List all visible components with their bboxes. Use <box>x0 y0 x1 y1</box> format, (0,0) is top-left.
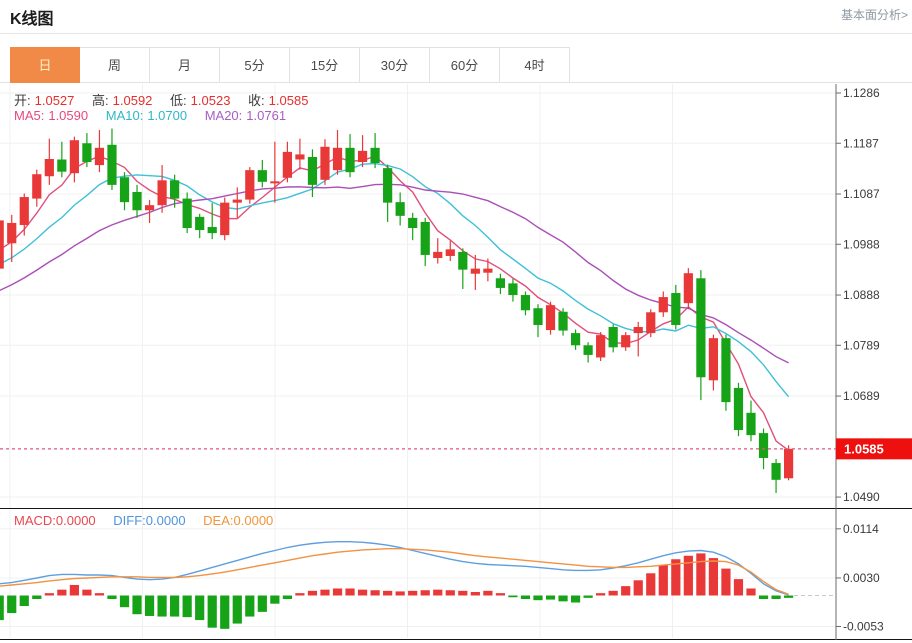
ma10-value: 1.0700 <box>147 108 187 123</box>
diff-label: DIFF: <box>113 513 146 528</box>
open-label: 开: <box>14 93 31 108</box>
page-header: K线图 基本面分析> <box>0 0 912 34</box>
svg-text:1.1087: 1.1087 <box>843 187 880 201</box>
svg-text:1.0490: 1.0490 <box>843 490 880 504</box>
ma5-label: MA5: <box>14 108 44 123</box>
svg-text:1.0888: 1.0888 <box>843 288 880 302</box>
tab-5min[interactable]: 5分 <box>220 47 290 83</box>
tab-60min[interactable]: 60分 <box>430 47 500 83</box>
diff-value: 0.0000 <box>146 513 186 528</box>
svg-text:1.0585: 1.0585 <box>844 441 884 456</box>
macd-readout: MACD:0.0000 DIFF:0.0000 DEA:0.0000 <box>14 513 277 528</box>
close-label: 收: <box>248 93 265 108</box>
ma5-value: 1.0590 <box>48 108 88 123</box>
ma-readout: MA5: 1.0590 MA10:1.0700 MA20:1.0761 <box>14 108 290 123</box>
svg-text:1.0988: 1.0988 <box>843 237 880 251</box>
tab-4hour[interactable]: 4时 <box>500 47 570 83</box>
open-value: 1.0527 <box>35 93 75 108</box>
period-tabbar: 日 周 月 5分 15分 30分 60分 4时 <box>0 47 912 83</box>
ohlc-readout: 开: 1.0527 高: 1.0592 低: 1.0523 收: 1.0585 <box>14 90 312 109</box>
dea-label: DEA: <box>203 513 233 528</box>
main-candlestick-chart[interactable]: 1.1286 1.1187 1.1087 1.0988 1.0888 1.0789 1.06… <box>0 84 912 508</box>
low-label: 低: <box>170 93 187 108</box>
close-value: 1.0585 <box>269 93 309 108</box>
svg-text:0.0030: 0.0030 <box>843 571 880 585</box>
dea-value: 0.0000 <box>234 513 274 528</box>
page-title: K线图 <box>10 5 54 29</box>
period-tabs: 日 周 月 5分 15分 30分 60分 4时 <box>10 47 570 83</box>
chart-area: 1.1286 1.1187 1.1087 1.0988 1.0888 1.0789 1.06… <box>0 84 912 643</box>
ma20-value: 1.0761 <box>246 108 286 123</box>
macd-value: 0.0000 <box>56 513 96 528</box>
tab-day[interactable]: 日 <box>10 47 80 83</box>
svg-text:0.0114: 0.0114 <box>843 522 879 536</box>
macd-chart[interactable]: 0.0114 0.0030 -0.0053 <box>0 508 912 643</box>
macd-label: MACD: <box>14 513 56 528</box>
svg-text:1.0789: 1.0789 <box>843 338 880 352</box>
svg-text:1.1286: 1.1286 <box>843 86 880 100</box>
tab-month[interactable]: 月 <box>150 47 220 83</box>
high-value: 1.0592 <box>113 93 153 108</box>
low-value: 1.0523 <box>191 93 231 108</box>
fundamental-analysis-link[interactable]: 基本面分析> <box>841 6 908 23</box>
svg-text:1.1187: 1.1187 <box>843 136 879 150</box>
svg-text:-0.0053: -0.0053 <box>843 619 884 633</box>
svg-text:1.0689: 1.0689 <box>843 389 880 403</box>
tab-30min[interactable]: 30分 <box>360 47 430 83</box>
ma10-label: MA10: <box>106 108 144 123</box>
kline-page: { "header": {"title": "K线图", "link": "基本… <box>0 0 912 643</box>
ma20-label: MA20: <box>205 108 243 123</box>
high-label: 高: <box>92 93 109 108</box>
tab-week[interactable]: 周 <box>80 47 150 83</box>
tab-15min[interactable]: 15分 <box>290 47 360 83</box>
